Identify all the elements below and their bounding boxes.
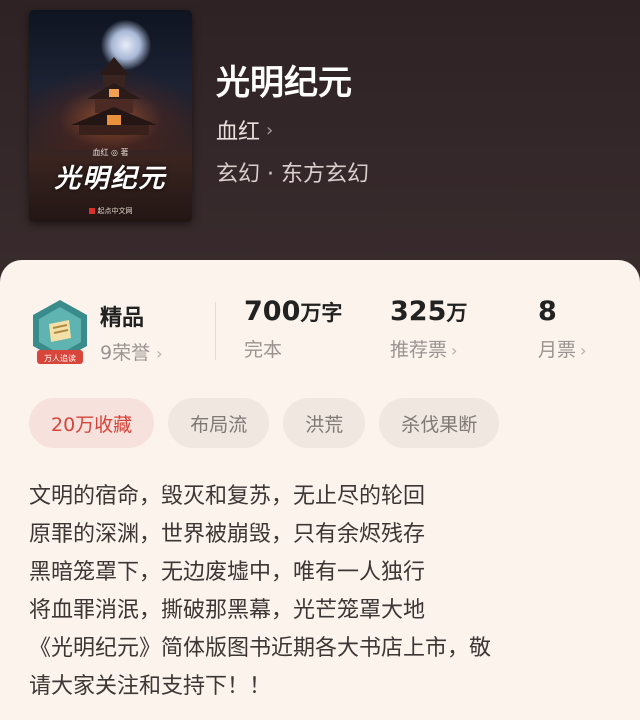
- book-info-card: 万人追读 精品 9荣誉 › 700万字 完本 325万 推荐票 › 8 月票 › 20…: [0, 260, 640, 720]
- author-link[interactable]: 血红 ›: [216, 114, 273, 146]
- stat-recommend-votes[interactable]: 325万 推荐票 ›: [390, 296, 467, 362]
- chevron-right-icon: ›: [451, 341, 458, 360]
- stat-word-count: 700万字 完本: [244, 296, 342, 362]
- book-description[interactable]: 文明的宿命，毁灭和复苏，无止尽的轮回 原罪的深渊，世界被崩毁，只有余烬残存 黑暗…: [29, 478, 619, 706]
- cover-title: 光明纪元: [54, 164, 167, 194]
- tag-item[interactable]: 杀伐果断: [379, 398, 500, 448]
- honor-count: 9荣誉: [100, 342, 151, 364]
- tag-list: 20万收藏 布局流 洪荒 杀伐果断: [29, 398, 500, 448]
- description-line: 请大家关注和支持下！！: [29, 674, 272, 699]
- stat-label: 推荐票: [390, 339, 448, 361]
- description-line: 将血罪消泯，撕破那黑幕，光芒笼罩大地: [29, 598, 426, 623]
- stat-unit: 万字: [300, 301, 343, 325]
- quality-badge-text: 万人追读: [44, 354, 76, 363]
- book-header: 血红 ◎ 著 光明纪元 起点中文网 光明纪元 血红 › 玄幻 · 东方玄幻: [0, 0, 640, 300]
- author-name: 血红: [216, 120, 261, 145]
- description-line: 文明的宿命，毁灭和复苏，无止尽的轮回: [29, 484, 426, 509]
- description-line: 《光明纪元》简体版图书近期各大书店上市，敬: [29, 636, 492, 661]
- stats-divider: [215, 302, 216, 360]
- tag-item[interactable]: 洪荒: [283, 398, 366, 448]
- tag-collections[interactable]: 20万收藏: [29, 398, 155, 448]
- publisher-logo-icon: [88, 208, 95, 214]
- book-title: 光明纪元: [216, 63, 352, 103]
- description-line: 原罪的深渊，世界被崩毁，只有余烬残存: [29, 522, 426, 547]
- stat-value: 700: [244, 296, 301, 327]
- chevron-right-icon: ›: [266, 119, 274, 141]
- book-genre: 玄幻 · 东方玄幻: [216, 162, 369, 187]
- stat-label: 完本: [244, 339, 283, 361]
- honor-link[interactable]: 9荣誉 ›: [100, 338, 163, 365]
- tag-item[interactable]: 布局流: [168, 398, 270, 448]
- stat-value: 8: [538, 296, 557, 327]
- publisher-name: 起点中文网: [97, 207, 133, 215]
- cover-publisher: 起点中文网: [29, 206, 192, 216]
- stat-label-row: 推荐票 ›: [390, 335, 467, 362]
- cover-author: 血红 ◎ 著: [92, 148, 129, 157]
- book-cover[interactable]: 血红 ◎ 著 光明纪元 起点中文网: [29, 10, 192, 222]
- chevron-right-icon: ›: [156, 344, 163, 363]
- description-line: 黑暗笼罩下，无边废墟中，唯有一人独行: [29, 560, 426, 585]
- cover-temple-art: [71, 57, 157, 135]
- stat-label: 月票: [538, 339, 577, 361]
- stat-unit: 万: [446, 301, 468, 325]
- chevron-right-icon: ›: [580, 341, 587, 360]
- stat-monthly-votes[interactable]: 8 月票 ›: [538, 296, 586, 362]
- quality-title: 精品: [100, 306, 145, 331]
- stat-value: 325: [390, 296, 447, 327]
- stat-label-row: 月票 ›: [538, 335, 586, 362]
